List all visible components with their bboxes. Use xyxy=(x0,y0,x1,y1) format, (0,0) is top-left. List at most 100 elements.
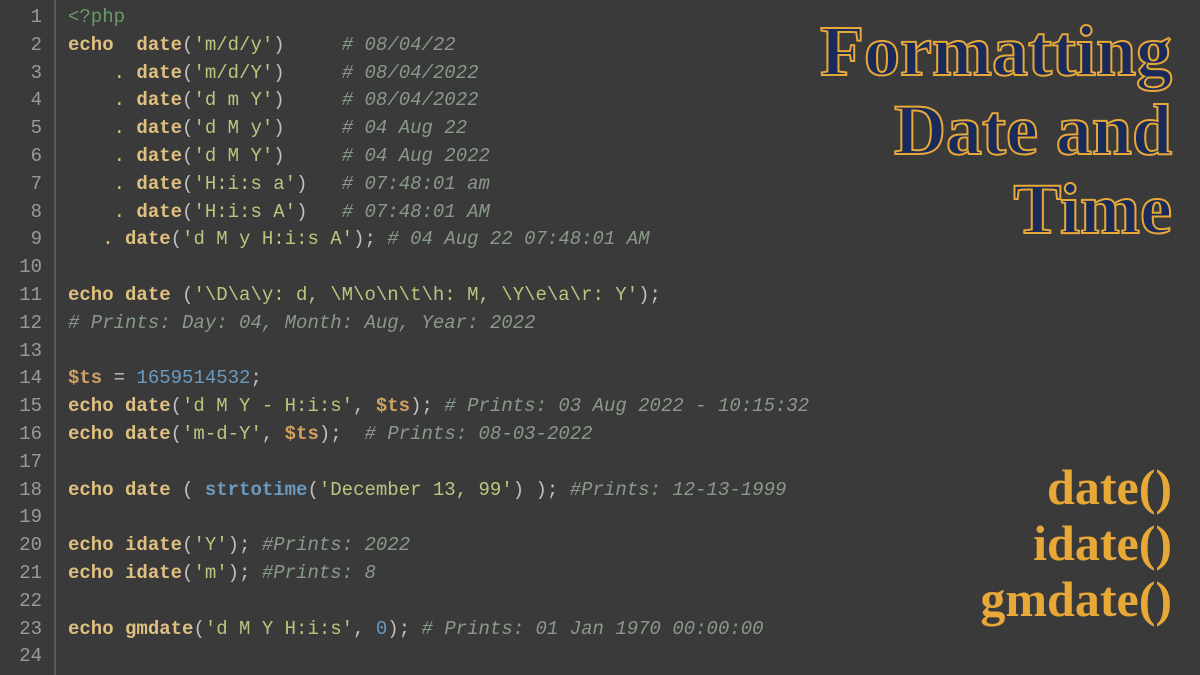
string: 'd M Y - H:i:s' xyxy=(182,395,353,417)
code-line: echo date ('\D\a\y: d, \M\o\n\t\h: M, \Y… xyxy=(68,282,1200,310)
paren: ( xyxy=(182,534,193,556)
keyword-echo: echo xyxy=(68,479,114,501)
space xyxy=(114,34,137,56)
func-date: date xyxy=(125,479,171,501)
comment: #Prints: 2022 xyxy=(262,534,410,556)
line-number: 6 xyxy=(0,143,54,171)
line-number: 18 xyxy=(0,477,54,505)
space xyxy=(250,534,261,556)
line-number: 20 xyxy=(0,532,54,560)
func-date: date xyxy=(125,284,171,306)
paren: ( xyxy=(182,117,193,139)
concat-dot: . xyxy=(114,145,137,167)
paren: ( xyxy=(182,562,193,584)
space xyxy=(114,423,125,445)
paren: ( xyxy=(182,173,193,195)
title-line: Time xyxy=(820,170,1172,249)
paren: ) xyxy=(296,201,307,223)
space xyxy=(558,479,569,501)
paren: ); xyxy=(387,618,410,640)
space xyxy=(433,395,444,417)
string: 'm-d-Y' xyxy=(182,423,262,445)
code-line: echo date('d M Y - H:i:s', $ts); # Print… xyxy=(68,393,1200,421)
func-date: date xyxy=(125,228,171,250)
func-strtotime: strtotime xyxy=(205,479,308,501)
paren: ( xyxy=(193,618,204,640)
line-number: 24 xyxy=(0,643,54,671)
keyword-echo: echo xyxy=(68,395,114,417)
paren: ( xyxy=(171,228,182,250)
line-number: 15 xyxy=(0,393,54,421)
line-number: 22 xyxy=(0,588,54,616)
variable: $ts xyxy=(285,423,319,445)
function-name: idate() xyxy=(980,515,1172,571)
line-number: 1 xyxy=(0,4,54,32)
func-gmdate: gmdate xyxy=(125,618,193,640)
paren: ( xyxy=(182,145,193,167)
paren: ); xyxy=(410,395,433,417)
paren: ) xyxy=(296,173,307,195)
string: 'd m Y' xyxy=(193,89,273,111)
func-date: date xyxy=(136,62,182,84)
space xyxy=(285,145,342,167)
line-number: 3 xyxy=(0,60,54,88)
space xyxy=(410,618,421,640)
indent xyxy=(68,173,114,195)
paren: ( xyxy=(182,89,193,111)
comment: # 08/04/22 xyxy=(342,34,456,56)
variable: $ts xyxy=(68,367,102,389)
equals: = xyxy=(102,367,136,389)
paren: ( xyxy=(182,284,193,306)
title-line: Date and xyxy=(820,91,1172,170)
comment: # 04 Aug 22 07:48:01 AM xyxy=(387,228,649,250)
string: 'd M Y H:i:s' xyxy=(205,618,353,640)
string: 'H:i:s a' xyxy=(193,173,296,195)
string: 'd M Y' xyxy=(193,145,273,167)
space xyxy=(114,479,125,501)
paren: ) xyxy=(273,34,284,56)
line-number: 2 xyxy=(0,32,54,60)
func-idate: idate xyxy=(125,562,182,584)
space xyxy=(376,228,387,250)
space xyxy=(285,89,342,111)
comma: , xyxy=(262,423,285,445)
comment: # 08/04/2022 xyxy=(342,62,479,84)
string: 'H:i:s A' xyxy=(193,201,296,223)
line-number: 8 xyxy=(0,199,54,227)
space xyxy=(285,117,342,139)
title-line: Formatting xyxy=(820,12,1172,91)
paren: ( xyxy=(171,423,182,445)
paren: ); xyxy=(228,534,251,556)
paren: ( xyxy=(182,201,193,223)
code-line-blank xyxy=(68,254,1200,282)
line-number: 4 xyxy=(0,87,54,115)
comment: #Prints: 8 xyxy=(262,562,376,584)
comma: , xyxy=(353,395,376,417)
comment: # Prints: 03 Aug 2022 - 10:15:32 xyxy=(444,395,809,417)
paren: ) ); xyxy=(513,479,559,501)
indent xyxy=(68,201,114,223)
number: 0 xyxy=(376,618,387,640)
space xyxy=(250,562,261,584)
paren: ) xyxy=(273,89,284,111)
space xyxy=(114,395,125,417)
line-number: 17 xyxy=(0,449,54,477)
space xyxy=(307,173,341,195)
line-number: 19 xyxy=(0,504,54,532)
line-number: 9 xyxy=(0,226,54,254)
func-date: date xyxy=(136,34,182,56)
comment: # 04 Aug 22 xyxy=(342,117,467,139)
indent xyxy=(68,62,114,84)
concat-dot: . xyxy=(114,173,137,195)
concat-dot: . xyxy=(114,201,137,223)
code-line: $ts = 1659514532; xyxy=(68,365,1200,393)
line-number: 13 xyxy=(0,338,54,366)
line-number: 14 xyxy=(0,365,54,393)
indent xyxy=(68,228,102,250)
function-name: gmdate() xyxy=(980,571,1172,627)
keyword-echo: echo xyxy=(68,34,114,56)
func-idate: idate xyxy=(125,534,182,556)
comment: # 08/04/2022 xyxy=(342,89,479,111)
space xyxy=(307,201,341,223)
concat-dot: . xyxy=(114,117,137,139)
